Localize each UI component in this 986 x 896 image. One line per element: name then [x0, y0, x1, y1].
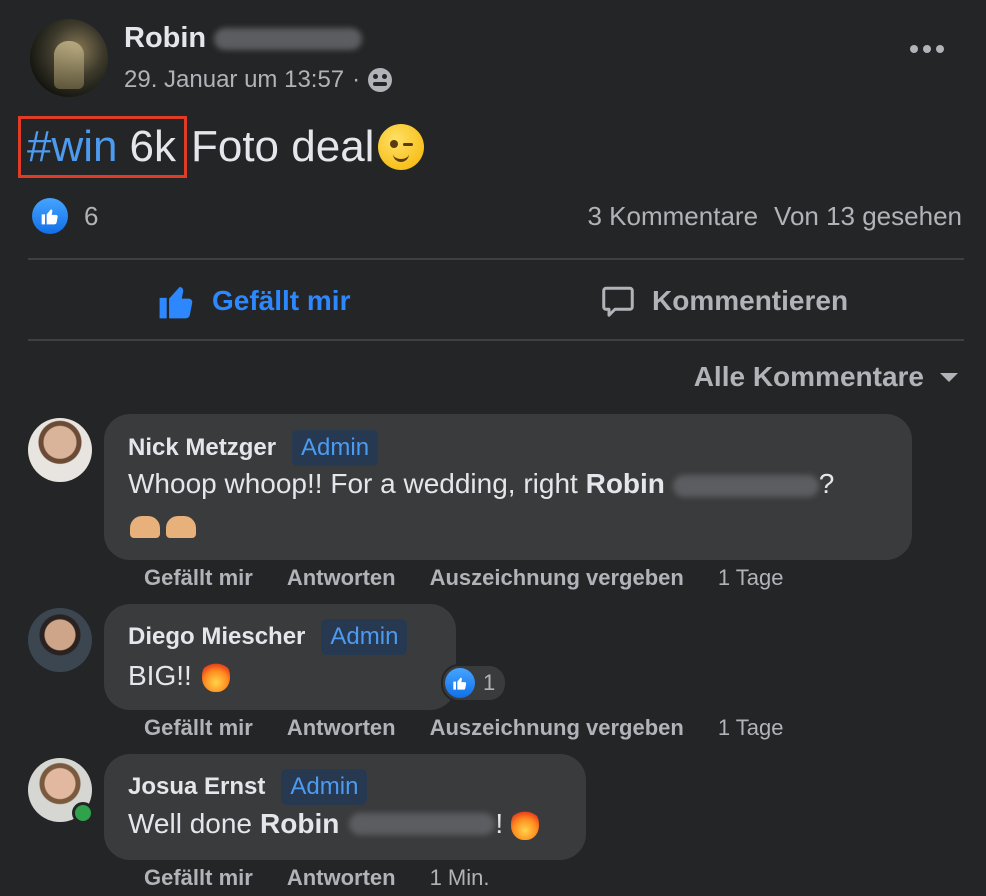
reaction-count[interactable]: 6	[84, 201, 98, 232]
fire-emoji	[511, 808, 540, 840]
friends-icon[interactable]	[368, 68, 393, 92]
award-button[interactable]: Auszeichnung vergeben	[430, 715, 684, 741]
post-stats: 3 Kommentare Von 13 gesehen	[588, 201, 963, 232]
comment-text-part: ?	[818, 468, 835, 499]
comment-text-part: BIG!!	[128, 660, 192, 691]
online-status-icon	[72, 802, 94, 824]
post-text-rest: Foto deal	[190, 122, 375, 171]
comment-actions: Gefällt mir Antworten Auszeichnung verge…	[144, 715, 784, 741]
post-text: #win 6k Foto deal	[18, 116, 425, 178]
like-label: Gefällt mir	[212, 285, 351, 316]
author-avatar[interactable]	[30, 19, 108, 97]
comment-like-button[interactable]: Gefällt mir	[144, 865, 253, 891]
commenter-avatar[interactable]	[28, 418, 92, 482]
more-options-icon[interactable]	[910, 45, 944, 53]
comment-actions: Gefällt mir Antworten Auszeichnung verge…	[144, 565, 784, 591]
meta-separator: ·	[352, 66, 361, 93]
admin-badge[interactable]: Admin	[281, 769, 368, 805]
like-button[interactable]: Gefällt mir	[158, 280, 350, 322]
comment-count[interactable]: 3 Kommentare	[588, 201, 759, 232]
seen-count[interactable]: Von 13 gesehen	[774, 201, 962, 232]
comment-text-part: !	[495, 808, 504, 839]
like-reaction-icon	[445, 668, 475, 698]
comment-text: Whoop whoop!! For a wedding, right Robin…	[128, 468, 834, 500]
comment-reactions[interactable]: 1	[441, 664, 508, 702]
commenter-name[interactable]: Josua Ernst	[128, 773, 265, 801]
commenter-avatar[interactable]	[28, 608, 92, 672]
commenter-name[interactable]: Nick Metzger	[128, 434, 276, 462]
caret-down-icon	[940, 372, 958, 382]
mention-link[interactable]: Robin	[586, 468, 665, 499]
admin-badge[interactable]: Admin	[292, 430, 379, 466]
comment-actions: Gefällt mir Antworten 1 Min.	[144, 865, 490, 891]
thumbs-up-icon	[159, 286, 193, 319]
comment-sort-dropdown[interactable]: Alle Kommentare	[694, 361, 958, 393]
divider	[28, 339, 964, 341]
post-timestamp[interactable]: 29. Januar um 13:57	[124, 66, 344, 94]
comment-time[interactable]: 1 Tage	[718, 565, 784, 591]
commenter-name[interactable]: Diego Miescher	[128, 623, 305, 651]
like-reaction-icon[interactable]	[32, 198, 68, 234]
post-meta: 29. Januar um 13:57 ·	[124, 66, 393, 94]
divider	[28, 258, 964, 260]
comment-text-part: Well done	[128, 808, 253, 839]
comment-header: Diego Miescher Admin	[128, 619, 408, 655]
reply-button[interactable]: Antworten	[287, 565, 396, 591]
comment-time[interactable]: 1 Min.	[430, 865, 490, 891]
redacted-surname	[214, 28, 363, 51]
comment-like-button[interactable]: Gefällt mir	[144, 565, 253, 591]
reply-button[interactable]: Antworten	[287, 865, 396, 891]
highlight-value: 6k	[129, 122, 176, 171]
author-first-name[interactable]: Robin	[124, 22, 206, 54]
comment-header: Nick Metzger Admin	[128, 430, 379, 466]
comment-header: Josua Ernst Admin	[128, 769, 368, 805]
highlight-box: #win 6k	[18, 116, 187, 178]
reply-button[interactable]: Antworten	[287, 715, 396, 741]
fire-emoji	[201, 660, 230, 692]
admin-badge[interactable]: Admin	[321, 619, 408, 655]
redacted-surname	[349, 813, 496, 835]
hashtag-link[interactable]: #win	[27, 122, 118, 172]
comment-text: BIG!!	[128, 660, 230, 692]
mention-link[interactable]: Robin	[260, 808, 339, 840]
sort-label: Alle Kommentare	[693, 361, 924, 392]
winking-face-emoji	[378, 124, 425, 170]
comment-button[interactable]: Kommentieren	[600, 280, 848, 322]
award-button[interactable]: Auszeichnung vergeben	[430, 565, 684, 591]
comment-icon	[602, 286, 634, 317]
author-name[interactable]: Robin	[124, 22, 363, 55]
comment-time[interactable]: 1 Tage	[718, 715, 784, 741]
raising-hands-emoji	[130, 516, 196, 538]
comment-label: Kommentieren	[652, 285, 849, 316]
comment-text-part: Whoop whoop!! For a wedding, right	[128, 468, 586, 499]
comment-like-button[interactable]: Gefällt mir	[144, 715, 253, 741]
comment-reaction-count: 1	[483, 670, 496, 695]
redacted-surname	[672, 474, 819, 497]
comment-text: Well done Robin !	[128, 808, 540, 840]
